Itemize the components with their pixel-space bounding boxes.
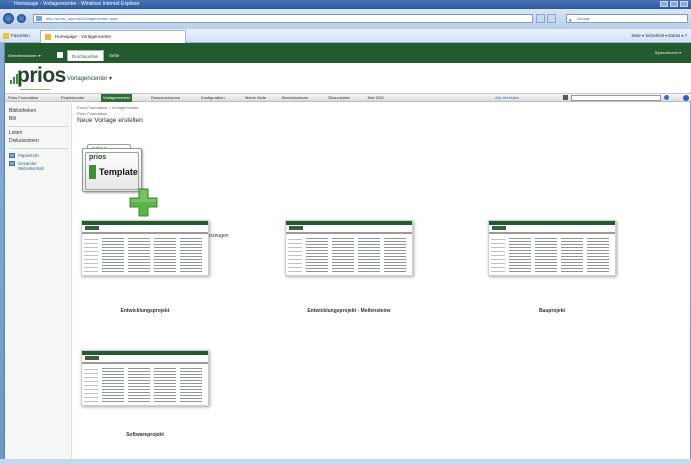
document-icon bbox=[89, 165, 96, 179]
template-brand: prios bbox=[89, 154, 107, 161]
template-thumbnail-entwicklungsprojekt[interactable] bbox=[81, 220, 209, 276]
ql-diskussionen[interactable]: Diskussionen bbox=[9, 138, 39, 144]
search-placeholder: Google bbox=[577, 16, 590, 21]
tab-label: Homepage - Vorlagencenter bbox=[55, 34, 112, 39]
ql-papierkorb[interactable]: Papierkorb bbox=[18, 153, 39, 158]
topnav-meine-seite[interactable]: Meine Seite bbox=[245, 94, 266, 102]
add-plus-icon bbox=[129, 188, 159, 218]
site-header: prios Vorlagencenter ▾ bbox=[5, 63, 691, 92]
favorites-label: Favoriten bbox=[11, 33, 30, 38]
topnav-konfiguration[interactable]: Konfiguration bbox=[201, 94, 225, 102]
refresh-icon[interactable] bbox=[536, 14, 545, 23]
site-search-input[interactable] bbox=[571, 95, 661, 101]
template-thumbnail-softwareprojekt[interactable] bbox=[81, 350, 209, 406]
template-thumbnail-meilensteine[interactable] bbox=[285, 220, 413, 276]
template-label: Template bbox=[99, 167, 138, 177]
template-caption[interactable]: Entwicklungsprojekt - Meilensteine bbox=[275, 308, 423, 314]
tab-seite[interactable]: Seite bbox=[105, 50, 123, 61]
browser-window: Homepage - Vorlagencenter - Windows Inte… bbox=[0, 0, 691, 465]
browser-tab[interactable]: Homepage - Vorlagencenter bbox=[40, 30, 186, 43]
quick-launch: Bibliotheken Bilt Listen Diskussionen Pa… bbox=[5, 103, 72, 465]
address-toolbar: http://prios/_layouts/Vorlagencenter.asp… bbox=[0, 9, 691, 29]
stop-icon[interactable] bbox=[547, 14, 556, 23]
site-content-icon bbox=[9, 161, 15, 166]
top-navigation: Prios Foundation Projektcenter Vorlagenc… bbox=[5, 93, 691, 102]
navigate-up-icon[interactable] bbox=[57, 52, 63, 58]
breadcrumb-secondary[interactable]: Prios Foundation bbox=[77, 111, 107, 116]
favorites-button[interactable]: Favoriten bbox=[3, 32, 30, 40]
status-bar bbox=[0, 459, 691, 465]
topnav-oekonometer[interactable]: Ökonometer bbox=[328, 94, 350, 102]
close-button[interactable] bbox=[680, 1, 688, 7]
search-scope-select[interactable]: Alle Websites bbox=[495, 95, 519, 100]
window-title-bar: Homepage - Vorlagencenter - Windows Inte… bbox=[0, 0, 691, 9]
forward-button[interactable] bbox=[17, 14, 26, 23]
logo-underline bbox=[20, 89, 50, 90]
address-input[interactable]: http://prios/_layouts/Vorlagencenter.asp… bbox=[33, 14, 533, 23]
recycle-bin-icon bbox=[9, 153, 15, 158]
template-caption[interactable]: Bauprojekt bbox=[488, 308, 616, 314]
topnav-berichtswesen[interactable]: Berichtswesen bbox=[282, 94, 308, 102]
ql-bilt[interactable]: Bilt bbox=[9, 116, 16, 122]
template-thumbnail-bauprojekt[interactable] bbox=[488, 220, 616, 276]
site-logo[interactable]: prios bbox=[17, 64, 66, 88]
topnav-prios-foundation[interactable]: Prios Foundation bbox=[8, 94, 38, 102]
template-caption[interactable]: Entwicklungsprojekt bbox=[81, 308, 209, 314]
site-actions-menu[interactable]: Websiteaktionen ▾ bbox=[8, 53, 41, 58]
back-button[interactable] bbox=[3, 13, 14, 24]
favorites-star-icon bbox=[3, 33, 9, 39]
sharepoint-ribbon-bar: Websiteaktionen ▾ Durchsuchen Seite Syst… bbox=[5, 43, 691, 63]
page-favicon-icon bbox=[36, 16, 42, 21]
ql-divider bbox=[9, 126, 68, 127]
search-go-icon[interactable] bbox=[664, 95, 669, 100]
scope-dropdown-icon[interactable] bbox=[563, 95, 568, 100]
topnav-ressourcenpool[interactable]: Ressourcenpool bbox=[151, 94, 180, 102]
help-icon[interactable] bbox=[683, 95, 689, 101]
user-menu[interactable]: Systemkonto ▾ bbox=[655, 50, 681, 55]
page-content: Websiteaktionen ▾ Durchsuchen Seite Syst… bbox=[4, 43, 691, 465]
ql-gesamter-websiteinhalt[interactable]: Gesamter Websiteinhalt bbox=[18, 161, 60, 171]
tab-durchsuchen[interactable]: Durchsuchen bbox=[67, 50, 104, 61]
main-title: Neue Vorlage erstellen bbox=[77, 117, 143, 124]
window-controls bbox=[660, 1, 688, 7]
search-input[interactable]: g Google bbox=[566, 14, 688, 23]
google-icon: g bbox=[569, 17, 572, 22]
template-caption[interactable]: Softwareprojekt bbox=[81, 432, 209, 438]
command-bar[interactable]: Seite ▾ Sicherheit ▾ Extras ▾ ? bbox=[631, 32, 687, 40]
plus-icon bbox=[129, 188, 158, 217]
page-title[interactable]: Vorlagencenter ▾ bbox=[67, 75, 112, 82]
breadcrumb[interactable]: Prios Foundation > Vorlagencenter bbox=[77, 105, 139, 110]
topnav-test-sso[interactable]: Test SSO bbox=[367, 94, 384, 102]
ql-listen[interactable]: Listen bbox=[9, 130, 22, 136]
ql-bibliotheken[interactable]: Bibliotheken bbox=[9, 108, 36, 114]
tab-page-icon bbox=[45, 34, 51, 40]
address-text: http://prios/_layouts/Vorlagencenter.asp… bbox=[46, 16, 119, 21]
ql-divider bbox=[9, 148, 68, 149]
maximize-button[interactable] bbox=[670, 1, 678, 7]
topnav-vorlagencenter[interactable]: Vorlagencenter bbox=[101, 94, 132, 102]
favorites-bar: Favoriten Homepage - Vorlagencenter Seit… bbox=[0, 29, 691, 43]
window-title: Homepage - Vorlagencenter - Windows Inte… bbox=[14, 1, 140, 7]
minimize-button[interactable] bbox=[660, 1, 668, 7]
topnav-projektcenter[interactable]: Projektcenter bbox=[61, 94, 85, 102]
template-front-card: prios Template bbox=[85, 152, 139, 190]
